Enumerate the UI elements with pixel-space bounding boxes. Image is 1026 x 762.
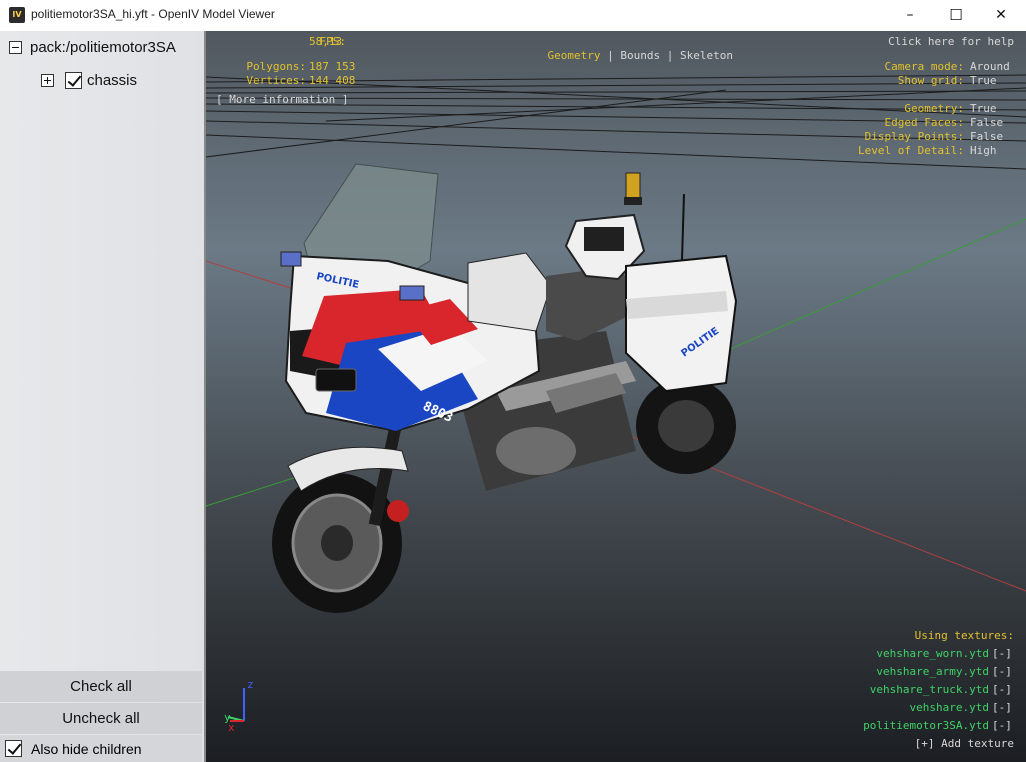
view-mode-tabs: Geometry | Bounds | Skeleton [547,49,733,62]
remove-texture-button[interactable]: [-] [992,647,1012,661]
brake-caliper [387,500,409,522]
motorcycle-model: POLITIE POLITIE 8803 [272,163,738,613]
chassis-label: chassis [87,71,138,89]
also-hide-children-label: Also hide children [31,740,142,757]
model-tree-panel: pack:/politiemotor3SA chassis [0,31,206,762]
texture-item: vehshare_worn.ytd [876,647,989,660]
check-all-button[interactable]: Check all [0,671,202,702]
vertices-value: 144 408 [309,74,356,87]
fps-value: 58,13 [309,35,343,48]
openiv-app-icon: IV [9,7,25,23]
tab-skeleton[interactable]: Skeleton [680,49,733,62]
maximize-button[interactable]: ☐ [933,0,979,30]
tab-bounds[interactable]: Bounds [620,49,660,62]
texture-item: vehshare_army.ytd [876,665,989,678]
edged-faces-label: Edged Faces: [884,116,964,129]
texture-item: vehshare.ytd [909,701,989,714]
title-bar: IV politiemotor3SA_hi.yft - OpenIV Model… [0,0,1026,30]
axis-z-label: z [247,678,254,691]
axis-x-label: x [228,721,235,734]
display-points-label: Display Points: [864,130,964,143]
remove-texture-button[interactable]: [-] [992,701,1012,715]
tree-root-node[interactable]: pack:/politiemotor3SA [9,35,176,59]
camera-mode-label: Camera mode: [884,60,964,73]
tab-geometry[interactable]: Geometry [548,49,601,62]
level-of-detail-label: Level of Detail: [858,144,964,157]
texture-item: vehshare_truck.ytd [869,683,989,696]
tree-node-chassis[interactable]: chassis [41,68,137,92]
remove-texture-button[interactable]: [-] [992,683,1012,697]
show-grid-value[interactable]: True [970,74,997,88]
texture-item: politiemotor3SA.ytd [863,719,989,732]
camera-mode-value[interactable]: Around [970,60,1010,74]
edged-faces-value[interactable]: False [970,116,1003,130]
using-textures-heading: Using textures: [914,629,1014,642]
show-grid-label: Show grid: [897,74,964,87]
expand-icon[interactable] [41,73,54,87]
uncheck-all-button[interactable]: Uncheck all [0,703,202,734]
also-hide-children-option[interactable]: Also hide children [0,735,202,762]
more-information-link[interactable]: [ More information ] [216,93,348,107]
side-pannier [625,254,738,393]
collapse-icon[interactable] [9,40,22,54]
tree-root-label: pack:/politiemotor3SA [30,38,176,56]
level-of-detail-value[interactable]: High [970,144,997,158]
3d-viewport[interactable]: POLITIE POLITIE 8803 z y x FPS: 58,13 Po… [206,31,1026,762]
also-hide-children-checkbox[interactable] [5,740,22,757]
geometry-value[interactable]: True [970,102,997,116]
close-button[interactable]: ✕ [978,0,1024,30]
vertices-label: Vertices: [246,74,306,87]
display-points-value[interactable]: False [970,130,1003,144]
minimize-button[interactable]: – [887,0,933,30]
chassis-checkbox[interactable] [65,71,82,89]
beacon-light [625,172,641,200]
add-texture-button[interactable]: [+] Add texture [806,737,1014,751]
help-link[interactable]: Click here for help [806,35,1014,49]
remove-texture-button[interactable]: [-] [992,719,1012,733]
geometry-label: Geometry: [904,102,964,115]
polygons-label: Polygons: [246,60,306,73]
remove-texture-button[interactable]: [-] [992,665,1012,679]
axis-gizmo: z y x [224,678,254,734]
window-title: politiemotor3SA_hi.yft - OpenIV Model Vi… [31,7,275,21]
polygons-value: 187 153 [309,60,356,73]
